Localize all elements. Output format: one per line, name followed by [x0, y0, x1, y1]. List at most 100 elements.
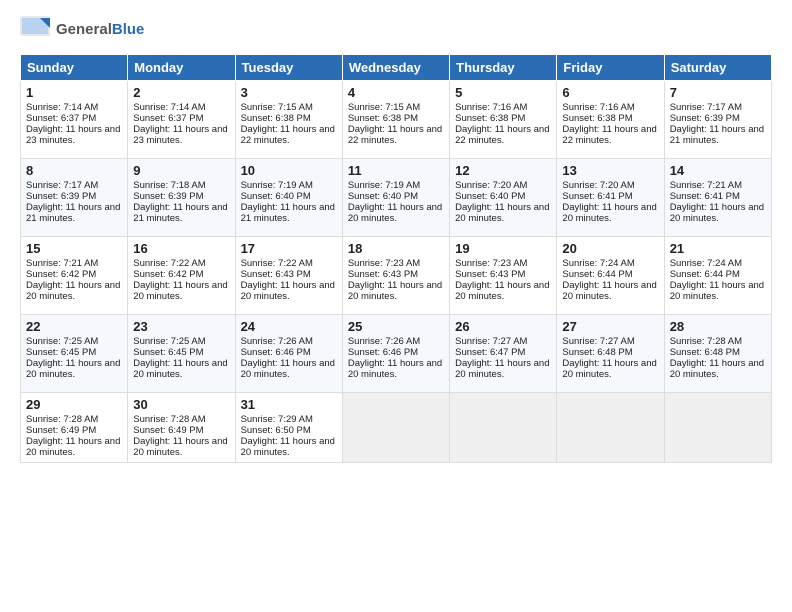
- calendar-header: Sunday Monday Tuesday Wednesday Thursday…: [21, 55, 772, 81]
- sunset-label: Sunset: 6:49 PM: [133, 425, 203, 436]
- sunrise-label: Sunrise: 7:24 AM: [562, 258, 634, 269]
- daylight-label: Daylight: 11 hours and 20 minutes.: [670, 202, 764, 224]
- sunrise-label: Sunrise: 7:28 AM: [133, 414, 205, 425]
- sunset-label: Sunset: 6:37 PM: [26, 113, 96, 124]
- daylight-label: Daylight: 11 hours and 20 minutes.: [241, 280, 335, 302]
- daylight-label: Daylight: 11 hours and 22 minutes.: [562, 124, 656, 146]
- day-number: 30: [133, 397, 229, 412]
- sunrise-label: Sunrise: 7:22 AM: [241, 258, 313, 269]
- sunset-label: Sunset: 6:38 PM: [562, 113, 632, 124]
- daylight-label: Daylight: 11 hours and 20 minutes.: [562, 280, 656, 302]
- day-number: 12: [455, 163, 551, 178]
- sunrise-label: Sunrise: 7:27 AM: [455, 336, 527, 347]
- day-number: 21: [670, 241, 766, 256]
- sunrise-label: Sunrise: 7:16 AM: [562, 102, 634, 113]
- day-number: 13: [562, 163, 658, 178]
- table-row: 14 Sunrise: 7:21 AM Sunset: 6:41 PM Dayl…: [664, 159, 771, 237]
- daylight-label: Daylight: 11 hours and 20 minutes.: [348, 202, 442, 224]
- sunrise-label: Sunrise: 7:19 AM: [348, 180, 420, 191]
- table-row: 26 Sunrise: 7:27 AM Sunset: 6:47 PM Dayl…: [450, 315, 557, 393]
- table-row: 12 Sunrise: 7:20 AM Sunset: 6:40 PM Dayl…: [450, 159, 557, 237]
- table-row: 23 Sunrise: 7:25 AM Sunset: 6:45 PM Dayl…: [128, 315, 235, 393]
- day-number: 7: [670, 85, 766, 100]
- sunset-label: Sunset: 6:42 PM: [26, 269, 96, 280]
- table-row: 17 Sunrise: 7:22 AM Sunset: 6:43 PM Dayl…: [235, 237, 342, 315]
- table-row: 19 Sunrise: 7:23 AM Sunset: 6:43 PM Dayl…: [450, 237, 557, 315]
- day-number: 27: [562, 319, 658, 334]
- day-number: 20: [562, 241, 658, 256]
- sunrise-label: Sunrise: 7:20 AM: [455, 180, 527, 191]
- col-wednesday: Wednesday: [342, 55, 449, 81]
- sunrise-label: Sunrise: 7:17 AM: [26, 180, 98, 191]
- table-row: [342, 393, 449, 463]
- sunset-label: Sunset: 6:43 PM: [241, 269, 311, 280]
- table-row: 30 Sunrise: 7:28 AM Sunset: 6:49 PM Dayl…: [128, 393, 235, 463]
- day-number: 9: [133, 163, 229, 178]
- table-row: 11 Sunrise: 7:19 AM Sunset: 6:40 PM Dayl…: [342, 159, 449, 237]
- sunset-label: Sunset: 6:40 PM: [455, 191, 525, 202]
- table-row: 27 Sunrise: 7:27 AM Sunset: 6:48 PM Dayl…: [557, 315, 664, 393]
- day-number: 17: [241, 241, 337, 256]
- sunset-label: Sunset: 6:40 PM: [241, 191, 311, 202]
- daylight-label: Daylight: 11 hours and 22 minutes.: [241, 124, 335, 146]
- daylight-label: Daylight: 11 hours and 20 minutes.: [26, 358, 120, 380]
- sunrise-label: Sunrise: 7:27 AM: [562, 336, 634, 347]
- daylight-label: Daylight: 11 hours and 20 minutes.: [133, 280, 227, 302]
- sunset-label: Sunset: 6:42 PM: [133, 269, 203, 280]
- sunrise-label: Sunrise: 7:14 AM: [133, 102, 205, 113]
- sunset-label: Sunset: 6:46 PM: [348, 347, 418, 358]
- sunrise-label: Sunrise: 7:26 AM: [241, 336, 313, 347]
- day-number: 14: [670, 163, 766, 178]
- day-number: 26: [455, 319, 551, 334]
- sunrise-label: Sunrise: 7:20 AM: [562, 180, 634, 191]
- table-row: 4 Sunrise: 7:15 AM Sunset: 6:38 PM Dayli…: [342, 81, 449, 159]
- daylight-label: Daylight: 11 hours and 21 minutes.: [241, 202, 335, 224]
- table-row: [664, 393, 771, 463]
- col-monday: Monday: [128, 55, 235, 81]
- col-saturday: Saturday: [664, 55, 771, 81]
- table-row: [450, 393, 557, 463]
- daylight-label: Daylight: 11 hours and 20 minutes.: [455, 358, 549, 380]
- day-number: 5: [455, 85, 551, 100]
- table-row: 29 Sunrise: 7:28 AM Sunset: 6:49 PM Dayl…: [21, 393, 128, 463]
- sunrise-label: Sunrise: 7:28 AM: [670, 336, 742, 347]
- day-number: 15: [26, 241, 122, 256]
- table-row: 28 Sunrise: 7:28 AM Sunset: 6:48 PM Dayl…: [664, 315, 771, 393]
- table-row: [557, 393, 664, 463]
- sunset-label: Sunset: 6:39 PM: [26, 191, 96, 202]
- col-sunday: Sunday: [21, 55, 128, 81]
- sunset-label: Sunset: 6:37 PM: [133, 113, 203, 124]
- day-number: 3: [241, 85, 337, 100]
- daylight-label: Daylight: 11 hours and 20 minutes.: [670, 280, 764, 302]
- sunrise-label: Sunrise: 7:15 AM: [241, 102, 313, 113]
- logo: GeneralBlue: [20, 16, 144, 44]
- col-tuesday: Tuesday: [235, 55, 342, 81]
- logo-icon: [20, 16, 52, 44]
- sunset-label: Sunset: 6:50 PM: [241, 425, 311, 436]
- day-number: 31: [241, 397, 337, 412]
- day-number: 8: [26, 163, 122, 178]
- table-row: 9 Sunrise: 7:18 AM Sunset: 6:39 PM Dayli…: [128, 159, 235, 237]
- table-row: 8 Sunrise: 7:17 AM Sunset: 6:39 PM Dayli…: [21, 159, 128, 237]
- calendar-table: Sunday Monday Tuesday Wednesday Thursday…: [20, 54, 772, 463]
- sunset-label: Sunset: 6:47 PM: [455, 347, 525, 358]
- day-number: 29: [26, 397, 122, 412]
- page: GeneralBlue Sunday Monday Tuesday Wednes…: [0, 0, 792, 612]
- daylight-label: Daylight: 11 hours and 21 minutes.: [133, 202, 227, 224]
- table-row: 1 Sunrise: 7:14 AM Sunset: 6:37 PM Dayli…: [21, 81, 128, 159]
- sunset-label: Sunset: 6:44 PM: [562, 269, 632, 280]
- day-number: 18: [348, 241, 444, 256]
- sunrise-label: Sunrise: 7:24 AM: [670, 258, 742, 269]
- sunrise-label: Sunrise: 7:23 AM: [455, 258, 527, 269]
- sunrise-label: Sunrise: 7:17 AM: [670, 102, 742, 113]
- table-row: 10 Sunrise: 7:19 AM Sunset: 6:40 PM Dayl…: [235, 159, 342, 237]
- day-number: 22: [26, 319, 122, 334]
- daylight-label: Daylight: 11 hours and 20 minutes.: [26, 436, 120, 458]
- table-row: 7 Sunrise: 7:17 AM Sunset: 6:39 PM Dayli…: [664, 81, 771, 159]
- sunrise-label: Sunrise: 7:29 AM: [241, 414, 313, 425]
- sunrise-label: Sunrise: 7:18 AM: [133, 180, 205, 191]
- day-number: 24: [241, 319, 337, 334]
- daylight-label: Daylight: 11 hours and 20 minutes.: [455, 280, 549, 302]
- day-number: 16: [133, 241, 229, 256]
- day-number: 23: [133, 319, 229, 334]
